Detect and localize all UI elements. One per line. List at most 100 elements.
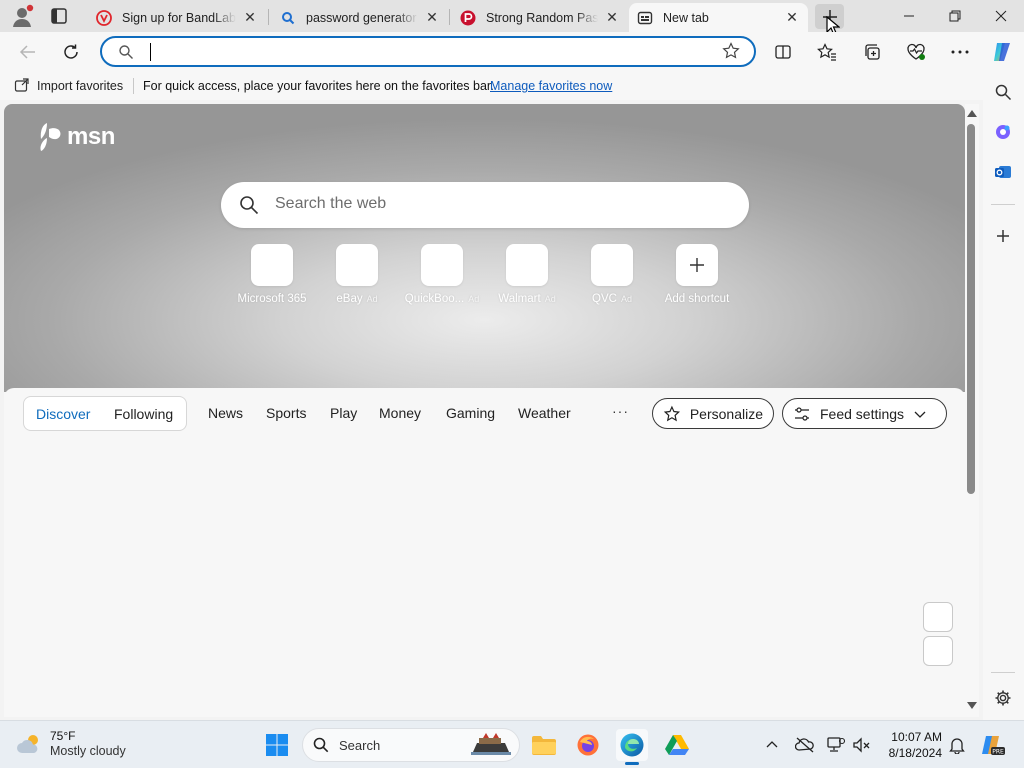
tab-close-icon[interactable]: ✕ [784,9,800,26]
google-drive-icon [665,735,689,755]
new-tab-favicon-icon [637,10,653,26]
tab-actions-icon[interactable] [48,6,70,26]
manage-favorites-link[interactable]: Manage favorites now [490,79,612,93]
network-tray-icon[interactable] [826,735,846,755]
more-menu-button[interactable] [945,37,975,67]
shortcut-tile [591,244,633,286]
web-search-input[interactable] [275,195,715,213]
favorites-button[interactable] [812,37,842,67]
feed-more-button[interactable]: ··· [612,403,629,419]
taskbar-edge[interactable] [616,729,648,765]
search-icon [995,84,1012,101]
address-input[interactable] [146,43,706,61]
collections-icon [865,44,880,60]
tab-password-search[interactable]: password generator - Search ✕ [272,3,448,32]
refresh-button[interactable] [56,37,86,67]
shortcut-qvc[interactable]: QVC Ad [570,244,654,305]
taskbar-firefox[interactable] [572,729,604,761]
shortcut-walmart[interactable]: Walmart Ad [485,244,569,305]
network-icon [827,737,846,752]
back-button[interactable] [13,37,43,67]
add-shortcut-button[interactable]: Add shortcut [655,244,739,305]
scrollbar-thumb[interactable] [967,124,975,494]
sidebar-outlook-button[interactable] [989,158,1017,186]
profile-avatar-icon[interactable] [10,4,34,28]
volume-tray-icon[interactable] [852,735,872,755]
weather-condition: Mostly cloudy [50,744,126,758]
tab-title: New tab [663,10,709,25]
notifications-button[interactable] [947,735,967,755]
taskbar-file-explorer[interactable] [528,729,560,761]
minimize-button[interactable] [886,0,932,32]
windows-logo-icon [266,734,288,756]
tab-password-generator[interactable]: Strong Random Password Generator ✕ [452,3,628,32]
show-hidden-icons-button[interactable] [762,735,782,755]
onedrive-tray-icon[interactable] [795,735,815,755]
favorite-star-icon[interactable] [722,42,740,63]
address-bar[interactable] [100,36,756,67]
personalize-label: Personalize [689,405,763,422]
tab-weather[interactable]: Weather [518,405,571,421]
msn-logo[interactable]: msn [35,121,115,153]
collections-button[interactable] [857,37,887,67]
sidebar-add-button[interactable] [989,222,1017,250]
sidebar-settings-button[interactable] [989,684,1017,712]
outlook-icon [995,166,1011,178]
tab-title: Sign up for BandLab [122,10,236,25]
feed-settings-button[interactable]: Feed settings [782,398,947,429]
tab-close-icon[interactable]: ✕ [604,9,620,26]
tab-play[interactable]: Play [330,405,357,421]
browser-essentials-button[interactable] [901,37,931,67]
floating-action-button[interactable] [923,636,953,666]
tab-sports[interactable]: Sports [266,405,306,421]
clock-date: 8/18/2024 [888,746,942,760]
bandlab-favicon-icon [96,9,112,26]
taskbar-clock[interactable]: 10:07 AM 8/18/2024 [880,729,942,761]
tab-gaming[interactable]: Gaming [446,405,495,421]
tab-news[interactable]: News [208,405,243,421]
chevron-down-icon [914,411,926,418]
tab-close-icon[interactable]: ✕ [424,9,440,26]
taskbar-google-drive[interactable] [661,729,693,761]
favorites-bar: Import favorites For quick access, place… [0,72,1024,100]
tab-following[interactable]: Following [114,406,173,422]
copilot-icon [994,43,1010,61]
feed-pill-group: Discover Following [23,396,187,431]
svg-text:PRE: PRE [992,749,1004,756]
page-scrollbar[interactable] [965,104,979,717]
restore-button[interactable] [932,0,978,32]
sidebar-m365-button[interactable] [989,118,1017,146]
scroll-down-arrow-icon[interactable] [967,702,977,709]
shortcut-quickbooks[interactable]: QuickBoo... Ad [400,244,484,305]
tab-new-tab[interactable]: New tab ✕ [629,3,808,32]
floating-action-button[interactable] [923,602,953,632]
microsoft-365-icon [996,125,1010,139]
scroll-up-arrow-icon[interactable] [967,110,977,117]
plus-icon [997,230,1009,242]
tab-discover[interactable]: Discover [36,406,90,422]
start-button[interactable] [261,729,293,761]
copilot-button[interactable] [987,37,1017,67]
tab-bandlab[interactable]: Sign up for BandLab ✕ [88,3,266,32]
copilot-preview-button[interactable]: PRE [980,735,1006,756]
heart-pulse-icon [907,43,925,60]
split-screen-button[interactable] [768,37,798,67]
shortcut-tile [336,244,378,286]
text-caret [150,43,151,61]
shortcut-microsoft-365[interactable]: Microsoft 365 [230,244,314,305]
tab-money[interactable]: Money [379,405,421,421]
web-search-box[interactable] [221,182,749,228]
shortcut-label: Add shortcut [664,293,730,305]
close-window-button[interactable] [978,0,1024,32]
tab-close-icon[interactable]: ✕ [242,9,258,26]
personalize-button[interactable]: Personalize [652,398,774,429]
search-icon [313,737,329,756]
restore-icon [949,10,961,22]
search-icon [239,195,259,218]
shortcut-label: eBay Ad [336,293,378,305]
shortcut-ebay[interactable]: eBay Ad [315,244,399,305]
import-favorites-button[interactable]: Import favorites [14,78,123,94]
taskbar-search[interactable]: Search [302,728,520,762]
weather-widget[interactable]: 75°F Mostly cloudy [16,729,126,759]
sidebar-search-button[interactable] [989,78,1017,106]
